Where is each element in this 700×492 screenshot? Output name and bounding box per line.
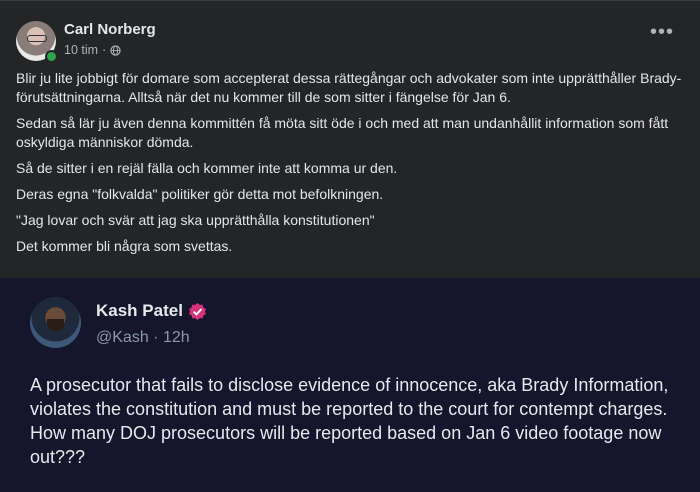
post-paragraph: Så de sitter i en rejäl fälla och kommer… <box>16 160 398 176</box>
post-paragraph: "Jag lovar och svär att jag ska upprätth… <box>16 212 375 228</box>
verified-badge-icon <box>188 302 206 320</box>
tweet-time: 12h <box>162 329 190 346</box>
embedded-tweet-image[interactable]: Kash Patel @Kash · 12h A prosecutor that… <box>0 278 700 492</box>
avatar-glasses <box>27 35 47 42</box>
post-header: Carl Norberg 10 tim · ••• <box>16 19 684 63</box>
post-body: Blir ju lite jobbigt för domare som acce… <box>16 69 691 263</box>
meta-separator: · <box>102 43 107 57</box>
tweet-handle-time: @Kash · 12h <box>96 329 190 347</box>
post-paragraph: Det kommer bli några som svettas. <box>16 238 233 254</box>
post-meta: 10 tim · <box>64 43 121 57</box>
facebook-post: Carl Norberg 10 tim · ••• Blir ju lite j… <box>0 0 700 492</box>
tweet-separator: · <box>153 329 159 346</box>
post-time[interactable]: 10 tim <box>64 43 98 57</box>
author-name[interactable]: Carl Norberg <box>64 21 156 38</box>
tweet-author-name-row: Kash Patel <box>96 301 207 321</box>
globe-icon[interactable] <box>110 44 121 56</box>
tweet-author-avatar <box>30 297 81 348</box>
tweet-handle: @Kash <box>96 329 149 346</box>
online-status-indicator <box>45 50 58 63</box>
tweet-author-name: Kash Patel <box>96 301 183 320</box>
post-paragraph: Sedan så lär ju även denna kommittén få … <box>16 115 669 150</box>
more-options-icon[interactable]: ••• <box>650 22 674 42</box>
post-paragraph: Deras egna "folkvalda" politiker gör det… <box>16 186 384 202</box>
post-paragraph: Blir ju lite jobbigt för domare som acce… <box>16 70 682 105</box>
tweet-text: A prosecutor that fails to disclose evid… <box>30 375 669 467</box>
avatar-beard <box>47 319 64 331</box>
